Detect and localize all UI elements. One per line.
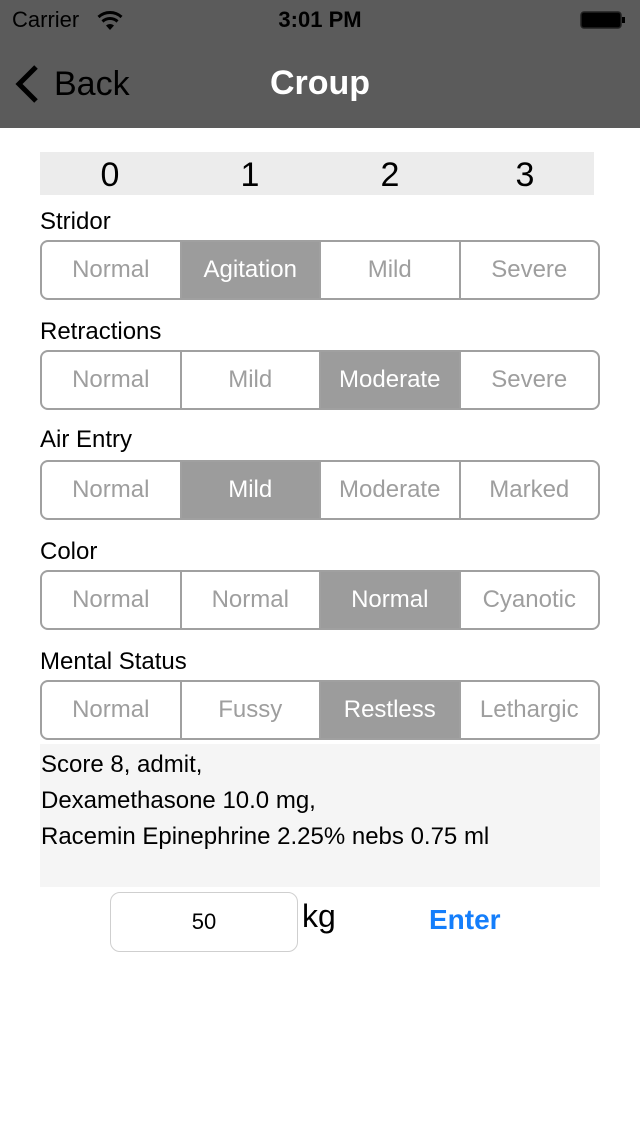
segmented-control-air-entry: Normal Mild Moderate Marked bbox=[40, 460, 600, 520]
weight-input[interactable] bbox=[110, 892, 298, 952]
segment-option[interactable]: Restless bbox=[319, 682, 459, 738]
segment-option[interactable]: Normal bbox=[42, 682, 180, 738]
result-panel: Score 8, admit, Dexamethasone 10.0 mg, R… bbox=[40, 744, 600, 887]
segment-option[interactable]: Normal bbox=[319, 572, 459, 628]
result-line: Dexamethasone 10.0 mg, bbox=[41, 787, 316, 814]
segment-option[interactable]: Moderate bbox=[319, 352, 459, 408]
score-scale-header: 0 1 2 3 bbox=[40, 152, 594, 195]
segment-option[interactable]: Normal bbox=[179, 572, 320, 628]
segmented-control-color: Normal Normal Normal Cyanotic bbox=[40, 570, 600, 630]
segmented-control-retractions: Normal Mild Moderate Severe bbox=[40, 350, 600, 410]
top-bar: Carrier 3:01 PM Back Croup bbox=[0, 0, 640, 128]
segment-option[interactable]: Severe bbox=[458, 352, 599, 408]
criterion-label-color: Color bbox=[40, 538, 98, 565]
score-0: 0 bbox=[100, 156, 120, 194]
segment-option[interactable]: Severe bbox=[458, 242, 599, 298]
segment-option[interactable]: Marked bbox=[458, 462, 599, 518]
battery-icon bbox=[580, 11, 626, 29]
result-line: Score 8, admit, bbox=[41, 751, 203, 778]
navigation-bar: Back Croup bbox=[0, 40, 640, 128]
segment-option[interactable]: Mild bbox=[179, 352, 320, 408]
criterion-label-stridor: Stridor bbox=[40, 208, 111, 235]
segment-option[interactable]: Fussy bbox=[179, 682, 320, 738]
segment-option[interactable]: Normal bbox=[42, 572, 180, 628]
page-title: Croup bbox=[269, 64, 371, 102]
status-bar: Carrier 3:01 PM bbox=[0, 0, 640, 40]
criterion-label-mental-status: Mental Status bbox=[40, 648, 187, 675]
segment-option[interactable]: Normal bbox=[42, 352, 180, 408]
segment-option[interactable]: Mild bbox=[319, 242, 459, 298]
result-line: Racemin Epinephrine 2.25% nebs 0.75 ml bbox=[41, 823, 490, 850]
criterion-label-retractions: Retractions bbox=[40, 318, 162, 345]
criterion-label-air-entry: Air Entry bbox=[40, 426, 133, 453]
score-1: 1 bbox=[240, 156, 260, 194]
clock: 3:01 PM bbox=[278, 7, 362, 32]
segment-option[interactable]: Agitation bbox=[179, 242, 319, 298]
segment-option[interactable]: Lethargic bbox=[458, 682, 599, 738]
score-3: 3 bbox=[515, 156, 535, 194]
segment-option[interactable]: Normal bbox=[42, 462, 180, 518]
segmented-control-mental-status: Normal Fussy Restless Lethargic bbox=[40, 680, 600, 740]
enter-button[interactable]: Enter bbox=[429, 904, 501, 936]
segmented-control-stridor: Normal Agitation Mild Severe bbox=[40, 240, 600, 300]
weight-unit-label: kg bbox=[302, 898, 336, 934]
segment-option[interactable]: Normal bbox=[42, 242, 180, 298]
segment-option[interactable]: Cyanotic bbox=[458, 572, 599, 628]
score-2: 2 bbox=[380, 156, 400, 194]
segment-option[interactable]: Moderate bbox=[319, 462, 459, 518]
segment-option[interactable]: Mild bbox=[179, 462, 319, 518]
